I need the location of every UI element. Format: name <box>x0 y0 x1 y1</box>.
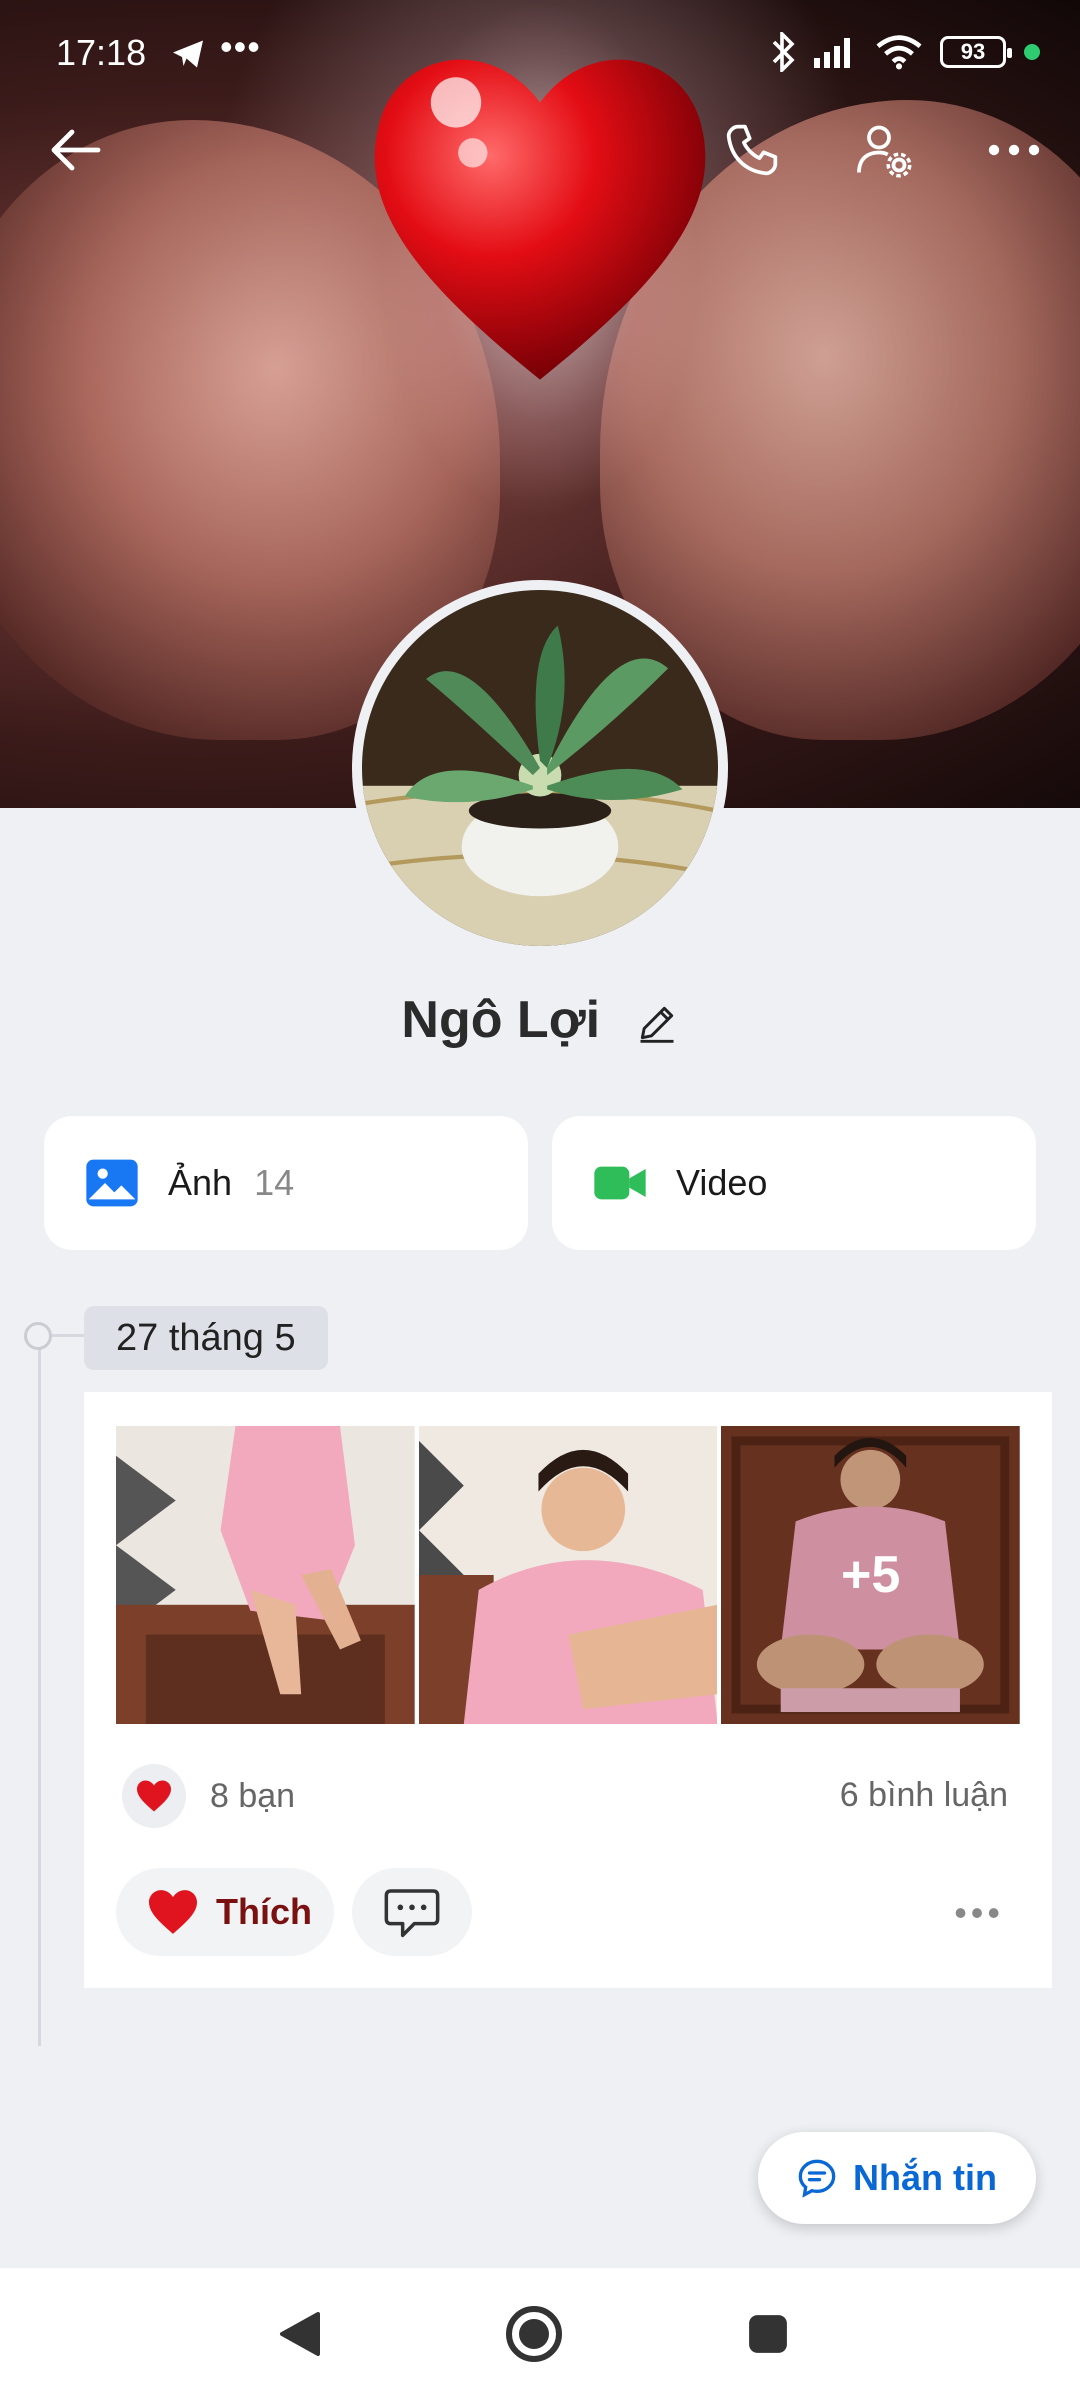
post-reactions[interactable]: 8 bạn <box>122 1764 295 1828</box>
nav-back-button[interactable] <box>264 2298 336 2370</box>
profile-avatar[interactable] <box>352 580 728 956</box>
timeline-date: 27 tháng 5 <box>84 1306 328 1370</box>
more-horizontal-icon <box>988 144 1040 156</box>
timeline-connector <box>52 1334 84 1337</box>
bluetooth-icon <box>772 32 795 72</box>
nav-home-button[interactable] <box>498 2298 570 2370</box>
photos-count: 14 <box>254 1162 295 1203</box>
privacy-indicator-dot <box>1024 44 1040 60</box>
status-bar: 17:18 ••• 93 <box>0 0 1080 104</box>
chat-bubble-icon <box>798 2159 836 2198</box>
timeline-post: +5 8 bạn 6 bình luận Thích ••• <box>84 1392 1052 1988</box>
like-label: Thích <box>216 1891 312 1932</box>
timeline-dot <box>24 1322 52 1350</box>
back-arrow-icon <box>51 129 101 171</box>
more-dots-icon: ••• <box>220 26 261 67</box>
send-message-button[interactable]: Nhắn tin <box>758 2132 1036 2224</box>
nav-recents-icon <box>749 2315 787 2353</box>
profile-name: Ngô Lợi <box>401 991 601 1049</box>
post-more-icon[interactable]: ••• <box>954 1892 1004 1934</box>
telegram-icon <box>173 40 203 68</box>
battery-level: 93 <box>960 39 986 64</box>
videos-label: Video <box>676 1162 768 1203</box>
signal-icon <box>814 38 850 68</box>
nav-back-icon <box>280 2312 320 2356</box>
video-camera-icon <box>594 1166 646 1200</box>
reaction-count: 8 bạn <box>210 1776 296 1815</box>
post-photo-grid: +5 <box>116 1426 1021 1724</box>
edit-name-icon[interactable] <box>635 1001 679 1045</box>
more-photos-overlay[interactable]: +5 <box>721 1426 1021 1724</box>
send-message-label: Nhắn tin <box>853 2157 997 2198</box>
comment-bubble-icon <box>384 1889 440 1938</box>
comment-count[interactable]: 6 bình luận <box>840 1776 1008 1815</box>
timeline-line <box>38 1336 41 2046</box>
heart-icon <box>149 1890 197 1934</box>
photos-label: Ảnh <box>168 1162 233 1203</box>
system-navigation-bar <box>0 2268 1080 2400</box>
user-settings-icon <box>857 125 912 178</box>
profile-name-row: Ngô Lợi <box>0 990 1080 1050</box>
back-button[interactable] <box>36 110 116 190</box>
post-photo-1-image <box>116 1426 415 1724</box>
videos-card[interactable]: Video <box>552 1116 1036 1250</box>
wifi-icon <box>876 35 922 70</box>
profile-settings-button[interactable] <box>844 110 924 190</box>
status-time: 17:18 <box>56 32 147 73</box>
post-photo-3[interactable]: +5 <box>721 1426 1021 1724</box>
post-photo-2-image <box>418 1426 718 1724</box>
photo-gallery-icon <box>86 1159 138 1207</box>
like-button[interactable]: Thích <box>116 1868 334 1956</box>
more-options-button[interactable] <box>974 110 1054 190</box>
heart-reaction-icon <box>122 1764 186 1828</box>
battery-icon: 93 <box>940 36 1012 68</box>
comment-button[interactable] <box>352 1868 472 1956</box>
photos-card[interactable]: Ảnh 14 <box>44 1116 528 1250</box>
post-photo-1[interactable] <box>116 1426 415 1724</box>
nav-recents-button[interactable] <box>732 2298 804 2370</box>
phone-call-icon <box>726 124 778 176</box>
profile-top-bar <box>0 110 1080 210</box>
nav-home-icon <box>506 2306 562 2362</box>
call-button[interactable] <box>712 110 792 190</box>
avatar-plant-photo <box>362 590 718 946</box>
post-photo-2[interactable] <box>418 1426 718 1724</box>
